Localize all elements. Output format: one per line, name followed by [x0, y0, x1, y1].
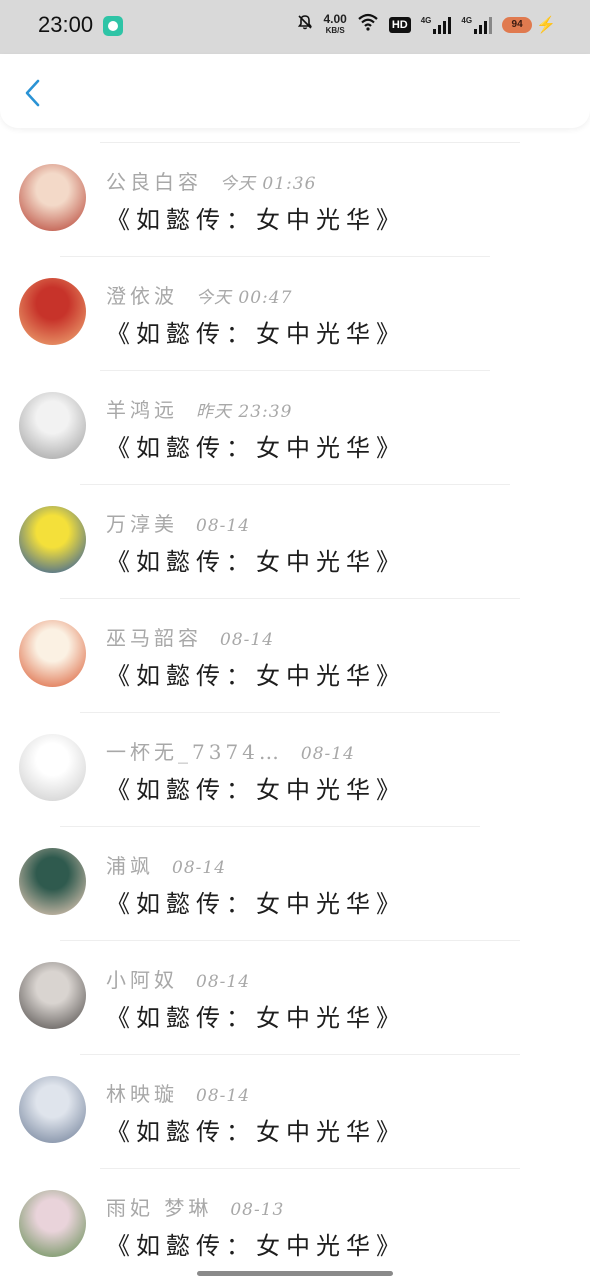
- row-divider: [80, 712, 500, 713]
- row-divider: [100, 142, 520, 143]
- avatar[interactable]: [19, 506, 86, 573]
- comment-meta: 林映璇 08-14: [106, 1078, 250, 1107]
- status-icons: 4.00 KB/S HD 4G 4G 94 ⚡: [297, 13, 556, 36]
- list-item[interactable]: 浦飒 08-14 《如懿传：女中光华》: [0, 826, 590, 940]
- list-item[interactable]: 一杯无_7374… 08-14 《如懿传：女中光华》: [0, 712, 590, 826]
- comment-meta: 小阿奴 08-14: [106, 964, 250, 993]
- network-speed-unit: KB/S: [326, 25, 345, 36]
- comment-meta: 雨妃 梦琳 08-13: [106, 1192, 284, 1221]
- username[interactable]: 澄依波: [106, 280, 178, 309]
- username[interactable]: 小阿奴: [106, 964, 178, 993]
- avatar[interactable]: [19, 620, 86, 687]
- network-speed: 4.00 KB/S: [323, 14, 346, 36]
- comment-text: 《如懿传：女中光华》: [106, 314, 406, 349]
- timestamp: 08-14: [196, 516, 250, 536]
- avatar[interactable]: [19, 278, 86, 345]
- list-item[interactable]: 雨妃 梦琳 08-13 《如懿传：女中光华》: [0, 1168, 590, 1282]
- signal-icon-2: 4G: [461, 16, 492, 34]
- signal-icon-1: 4G: [421, 16, 452, 34]
- list-item[interactable]: 羊鸿远昨天 23:39 《如懿传：女中光华》: [0, 370, 590, 484]
- timestamp: 08-14: [220, 630, 274, 650]
- username[interactable]: 一杯无_7374…: [106, 736, 283, 765]
- row-divider: [60, 256, 490, 257]
- username[interactable]: 巫马韶容: [106, 622, 202, 651]
- row-divider: [100, 370, 490, 371]
- comment-text: 《如懿传：女中光华》: [106, 200, 406, 235]
- avatar[interactable]: [19, 848, 86, 915]
- back-button[interactable]: [16, 76, 50, 110]
- comment-meta: 澄依波今天 00:47: [106, 280, 292, 309]
- avatar[interactable]: [19, 734, 86, 801]
- avatar[interactable]: [19, 392, 86, 459]
- comment-text: 《如懿传：女中光华》: [106, 884, 406, 919]
- status-time: 23:00: [38, 12, 93, 38]
- mute-bell-icon: [297, 14, 313, 35]
- list-item[interactable]: 巫马韶容 08-14 《如懿传：女中光华》: [0, 598, 590, 712]
- comment-list: 公良白容今天 01:36《如懿传：女中光华》澄依波今天 00:47《如懿传：女中…: [0, 142, 590, 1282]
- comment-text: 《如懿传：女中光华》: [106, 1112, 406, 1147]
- list-item[interactable]: 林映璇 08-14 《如懿传：女中光华》: [0, 1054, 590, 1168]
- list-item[interactable]: 小阿奴 08-14 《如懿传：女中光华》: [0, 940, 590, 1054]
- row-divider: [60, 826, 480, 827]
- timestamp: 08-13: [230, 1200, 284, 1220]
- timestamp: 08-14: [196, 1086, 250, 1106]
- wifi-icon: [357, 13, 379, 36]
- comment-meta: 羊鸿远昨天 23:39: [106, 394, 292, 423]
- comment-meta: 巫马韶容 08-14: [106, 622, 274, 651]
- avatar[interactable]: [19, 1190, 86, 1257]
- chevron-left-icon: [23, 78, 43, 108]
- avatar[interactable]: [19, 1076, 86, 1143]
- username[interactable]: 万淳美: [106, 508, 178, 537]
- home-indicator[interactable]: [197, 1271, 393, 1276]
- comment-text: 《如懿传：女中光华》: [106, 656, 406, 691]
- row-divider: [60, 598, 520, 599]
- timestamp: 08-14: [196, 972, 250, 992]
- charging-bolt-icon: ⚡: [536, 15, 556, 35]
- comment-text: 《如懿传：女中光华》: [106, 428, 406, 463]
- comment-text: 《如懿传：女中光华》: [106, 998, 406, 1033]
- username[interactable]: 羊鸿远: [106, 394, 178, 423]
- list-item[interactable]: 万淳美 08-14 《如懿传：女中光华》: [0, 484, 590, 598]
- comment-meta: 一杯无_7374… 08-14: [106, 736, 355, 765]
- battery-icon: 94: [502, 17, 532, 33]
- list-item[interactable]: 公良白容今天 01:36 《如懿传：女中光华》: [0, 142, 590, 256]
- comment-text: 《如懿传：女中光华》: [106, 1226, 406, 1261]
- timestamp: 08-14: [172, 858, 226, 878]
- row-divider: [60, 940, 520, 941]
- comment-meta: 公良白容今天 01:36: [106, 166, 316, 195]
- timestamp: 08-14: [301, 744, 355, 764]
- username[interactable]: 林映璇: [106, 1078, 178, 1107]
- top-nav-bar: [0, 54, 590, 128]
- comment-text: 《如懿传：女中光华》: [106, 542, 406, 577]
- timestamp: 昨天 23:39: [196, 397, 292, 422]
- hd-badge: HD: [389, 17, 411, 33]
- network-speed-value: 4.00: [323, 14, 346, 25]
- status-bar: 23:00 4.00 KB/S HD 4G 4G 94 ⚡: [0, 0, 590, 54]
- username[interactable]: 公良白容: [106, 166, 202, 195]
- avatar[interactable]: [19, 962, 86, 1029]
- row-divider: [80, 484, 510, 485]
- row-divider: [80, 1054, 520, 1055]
- list-item[interactable]: 澄依波今天 00:47 《如懿传：女中光华》: [0, 256, 590, 370]
- comment-meta: 浦飒 08-14: [106, 850, 226, 879]
- row-divider: [100, 1168, 520, 1169]
- timestamp: 今天 00:47: [196, 283, 292, 308]
- timestamp: 今天 01:36: [220, 169, 316, 194]
- avatar[interactable]: [19, 164, 86, 231]
- notification-app-icon: [103, 16, 123, 36]
- comment-meta: 万淳美 08-14: [106, 508, 250, 537]
- comment-text: 《如懿传：女中光华》: [106, 770, 406, 805]
- username[interactable]: 浦飒: [106, 850, 154, 879]
- username[interactable]: 雨妃 梦琳: [106, 1192, 212, 1221]
